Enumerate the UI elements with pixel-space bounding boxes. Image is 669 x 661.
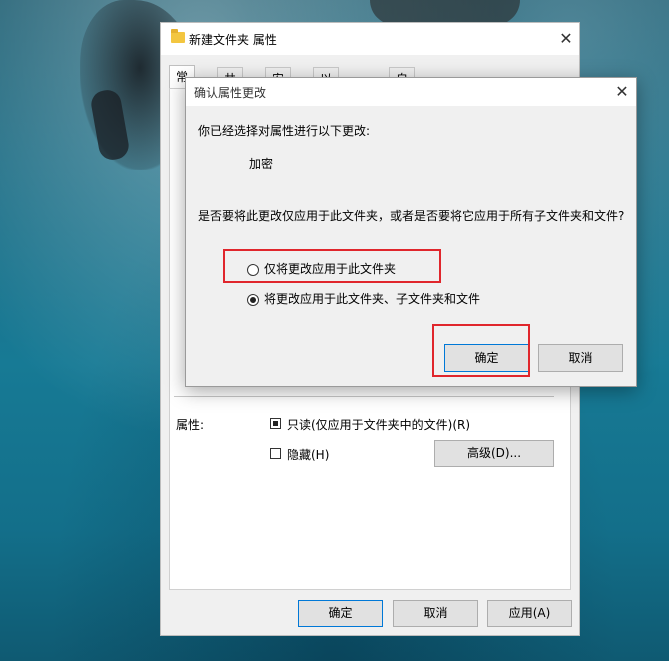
folder-icon	[171, 29, 185, 43]
confirm-titlebar: 确认属性更改 ✕	[186, 78, 636, 106]
readonly-checkbox[interactable]	[270, 418, 281, 429]
ok-button[interactable]: 确定	[298, 600, 383, 627]
apply-button[interactable]: 应用(A)	[487, 600, 572, 627]
highlight-this-folder-option	[223, 249, 441, 283]
hidden-checkbox[interactable]	[270, 448, 281, 459]
properties-titlebar: 新建文件夹 属性 ✕	[161, 23, 579, 55]
attributes-label: 属性:	[176, 418, 205, 432]
advanced-button[interactable]: 高级(D)...	[434, 440, 554, 467]
confirm-attribute-changes-dialog: 确认属性更改 ✕ 你已经选择对属性进行以下更改: 加密 是否要将此更改仅应用于此…	[185, 77, 637, 387]
hidden-label: 隐藏(H)	[287, 448, 330, 462]
confirm-cancel-button[interactable]: 取消	[538, 344, 623, 372]
readonly-label: 只读(仅应用于文件夹中的文件)(R)	[287, 418, 471, 432]
option-folder-subfolders-files-label: 将更改应用于此文件夹、子文件夹和文件	[264, 292, 481, 306]
properties-window-title: 新建文件夹 属性	[189, 33, 277, 47]
radio-folder-subfolders-files[interactable]	[247, 294, 259, 306]
cancel-button[interactable]: 取消	[393, 600, 478, 627]
change-item-text: 加密	[249, 157, 274, 171]
confirm-question-text: 是否要将此更改仅应用于此文件夹，或者是否要将它应用于所有子文件夹和文件?	[198, 209, 625, 223]
confirm-intro-text: 你已经选择对属性进行以下更改:	[198, 124, 371, 138]
highlight-ok-button	[432, 324, 530, 377]
confirm-dialog-title: 确认属性更改	[194, 86, 267, 100]
separator	[174, 396, 554, 397]
close-icon[interactable]: ✕	[551, 25, 581, 53]
close-icon[interactable]: ✕	[607, 78, 637, 106]
